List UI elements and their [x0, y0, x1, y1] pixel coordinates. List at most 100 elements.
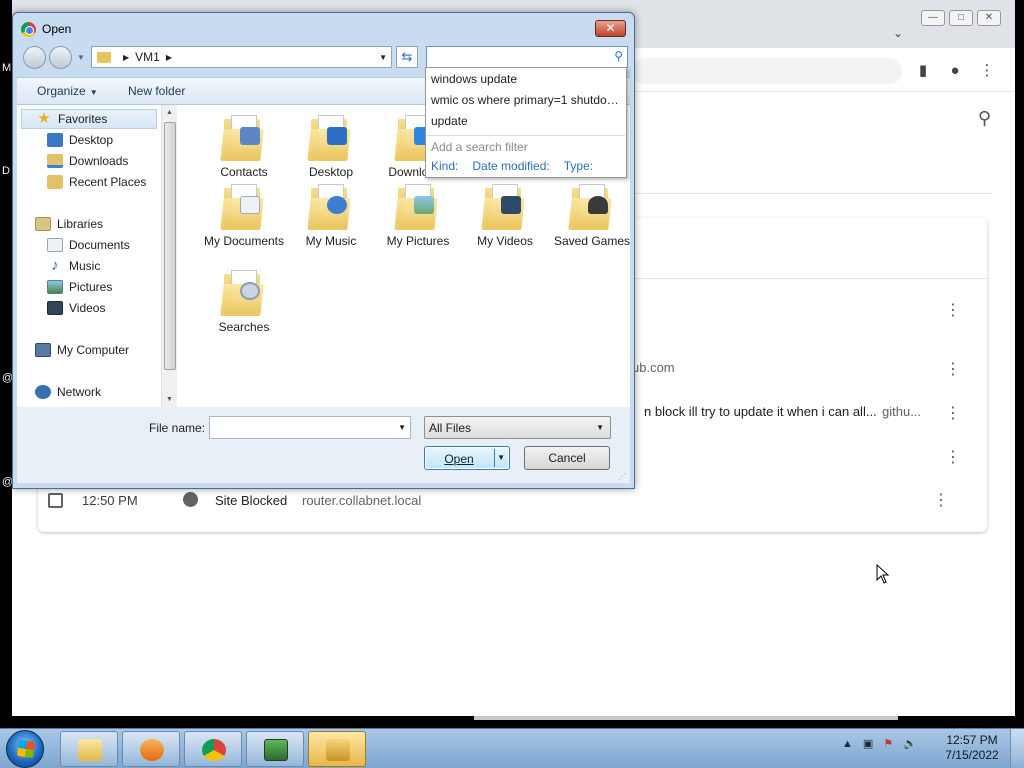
search-suggestion[interactable]: wmic os where primary=1 shutdown — [431, 93, 621, 111]
filter-kind[interactable]: Kind: — [431, 159, 458, 173]
search-suggestion[interactable]: windows update — [431, 72, 621, 90]
folder-item[interactable]: Searches — [201, 270, 287, 335]
nav-desktop[interactable]: Desktop — [47, 130, 113, 150]
search-box[interactable]: ⚲ — [426, 46, 628, 68]
volume-icon[interactable]: 🔊 — [903, 737, 917, 750]
folder-item[interactable]: Contacts — [201, 115, 287, 180]
action-center-flag-icon[interactable]: ⚑ — [883, 737, 893, 750]
address-bar[interactable]: ▶ VM1 ▶ ▼ — [91, 46, 392, 68]
address-dropdown-icon[interactable]: ▼ — [379, 53, 387, 62]
window-controls: — □ ✕ — [921, 10, 1001, 26]
nav-documents[interactable]: Documents — [47, 235, 130, 255]
nav-pictures[interactable]: Pictures — [47, 277, 112, 297]
dialog-title: Open — [42, 22, 72, 36]
more-actions-icon[interactable]: ⋮ — [945, 300, 961, 320]
resize-grip-icon[interactable]: ⋰ — [618, 472, 626, 481]
open-button[interactable]: Open ▼ — [424, 446, 510, 470]
open-options-chevron-icon[interactable]: ▼ — [497, 453, 505, 462]
close-window-button[interactable]: ✕ — [977, 10, 1001, 26]
dialog-close-button[interactable]: ✕ — [595, 20, 626, 37]
new-folder-button[interactable]: New folder — [128, 84, 185, 98]
start-button[interactable] — [6, 730, 44, 768]
breadcrumb-separator-icon[interactable]: ▶ — [166, 53, 172, 62]
folder-item[interactable]: My Documents — [201, 184, 287, 249]
folder-name: My Pictures — [386, 234, 450, 248]
minimize-button[interactable]: — — [921, 10, 945, 26]
omnibox[interactable] — [632, 58, 902, 84]
back-button[interactable] — [23, 46, 46, 69]
profile-avatar-icon[interactable]: ● — [944, 60, 966, 82]
nav-network[interactable]: Network — [35, 382, 101, 402]
folder-item[interactable]: My Music — [288, 184, 374, 249]
nav-pane-scrollbar[interactable]: ▲ ▼ — [161, 105, 177, 407]
libraries-icon — [35, 217, 51, 231]
folder-item[interactable]: My Videos — [462, 184, 548, 249]
recent-places-icon — [47, 175, 63, 189]
nav-label: Network — [57, 385, 102, 399]
file-type-select[interactable]: All Files ▼ — [424, 416, 611, 439]
search-input[interactable] — [430, 49, 600, 65]
nav-music[interactable]: ♪ Music — [47, 256, 100, 276]
nav-videos[interactable]: Videos — [47, 298, 105, 318]
scroll-up-arrow-icon[interactable]: ▲ — [162, 105, 177, 120]
more-actions-icon[interactable]: ⋮ — [945, 403, 961, 423]
history-row-time: 12:50 PM — [82, 493, 138, 508]
folder-icon — [97, 51, 111, 63]
horizontal-scrollbar[interactable] — [474, 716, 898, 720]
nav-recent-places[interactable]: Recent Places — [47, 172, 146, 192]
chrome-menu-icon[interactable]: ⋮ — [976, 60, 998, 82]
forward-button[interactable] — [49, 46, 72, 69]
file-name-input[interactable] — [210, 417, 390, 437]
taskbar-task-manager-button[interactable] — [246, 731, 304, 767]
nav-label: My Computer — [57, 343, 130, 357]
nav-libraries[interactable]: Libraries — [35, 214, 103, 234]
breadcrumb-vm1[interactable]: VM1 — [135, 50, 160, 64]
filter-date-modified[interactable]: Date modified: — [472, 159, 549, 173]
search-icon[interactable]: ⚲ — [614, 49, 623, 63]
divider — [632, 278, 987, 279]
search-suggestion[interactable]: update — [431, 114, 621, 132]
history-row-title[interactable]: Site Blocked — [215, 493, 287, 508]
history-row[interactable]: 12:50 PM Site Blocked router.collabnet.l… — [26, 488, 975, 514]
taskbar-clock[interactable]: 12:57 PM 7/15/2022 — [940, 733, 1004, 763]
cancel-button[interactable]: Cancel — [524, 446, 610, 470]
dialog-titlebar: Open — [21, 19, 71, 39]
side-panel-icon[interactable]: ▮ — [912, 60, 934, 82]
history-row-text: n block ill try to update it when i can … — [644, 404, 877, 419]
scrollbar-thumb[interactable] — [164, 122, 176, 370]
maximize-button[interactable]: □ — [949, 10, 973, 26]
nav-favorites[interactable]: ★ Favorites — [21, 109, 157, 129]
clock-date: 7/15/2022 — [945, 748, 999, 762]
refresh-icon[interactable]: ⇆ — [396, 46, 418, 68]
nav-downloads[interactable]: Downloads — [47, 151, 128, 171]
more-actions-icon[interactable]: ⋮ — [933, 490, 949, 510]
divider — [632, 193, 992, 194]
file-name-combobox[interactable]: ▼ — [209, 416, 411, 439]
recent-locations-chevron-icon[interactable]: ▼ — [77, 53, 85, 62]
tab-search-chevron-icon[interactable]: ⌄ — [893, 26, 903, 40]
history-row-checkbox[interactable] — [48, 493, 63, 508]
show-hidden-icons-icon[interactable]: ▲ — [842, 738, 853, 750]
folder-item[interactable]: Saved Games — [549, 184, 635, 249]
file-name-area: File name: ▼ All Files ▼ Open ▼ Cancel ⋰ — [17, 407, 630, 483]
taskbar-explorer-button[interactable] — [60, 731, 118, 767]
network-status-icon[interactable]: ▣ — [863, 737, 873, 750]
folder-name: My Videos — [477, 234, 533, 248]
chevron-down-icon[interactable]: ▼ — [398, 423, 406, 432]
filter-type[interactable]: Type: — [564, 159, 593, 173]
more-actions-icon[interactable]: ⋮ — [945, 447, 961, 467]
folder-item[interactable]: My Pictures — [375, 184, 461, 249]
nav-my-computer[interactable]: My Computer — [35, 340, 129, 360]
open-button-label: Open — [444, 452, 474, 466]
taskbar-chrome-button[interactable] — [184, 731, 242, 767]
scroll-down-arrow-icon[interactable]: ▼ — [162, 392, 177, 407]
breadcrumb-separator-icon[interactable]: ▶ — [123, 53, 129, 62]
folder-item[interactable]: Desktop — [288, 115, 374, 180]
history-search-icon[interactable]: ⚲ — [978, 108, 991, 129]
taskbar-active-app-button[interactable] — [308, 731, 366, 767]
more-actions-icon[interactable]: ⋮ — [945, 359, 961, 379]
organize-button[interactable]: Organize ▼ — [37, 84, 98, 98]
desktop-edge: M D @ @ — [0, 0, 13, 728]
taskbar-media-player-button[interactable] — [122, 731, 180, 767]
show-desktop-button[interactable] — [1010, 729, 1024, 768]
